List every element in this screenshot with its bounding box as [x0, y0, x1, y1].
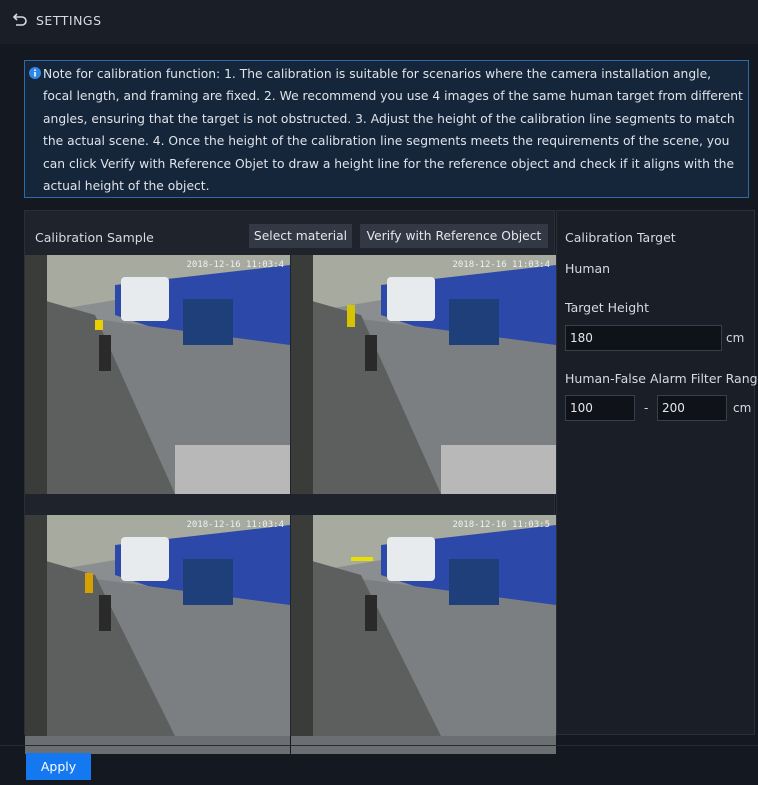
back-arrow-icon[interactable] [12, 11, 28, 27]
street-scene-image [291, 255, 556, 494]
image-timestamp: 2018-12-16 11:03:4 [186, 260, 284, 270]
street-scene-image [25, 255, 290, 494]
calibration-sample-panel: Calibration Sample Select material Verif… [24, 210, 556, 754]
filter-max-input[interactable] [657, 395, 727, 421]
note-text: Note for calibration function: 1. The ca… [43, 67, 743, 194]
target-height-input[interactable] [565, 325, 722, 351]
footer-divider [0, 745, 758, 746]
calibration-target-panel: Calibration Target Human Target Height c… [556, 210, 758, 735]
info-icon [29, 67, 41, 79]
filter-range-label: Human-False Alarm Filter Rang [565, 371, 758, 386]
target-height-unit: cm [726, 331, 745, 345]
sample-image-grid: 2018-12-16 11:03:4 2018-12-16 11:03:4 20… [25, 255, 556, 754]
sample-image[interactable]: 2018-12-16 11:03:4 [25, 255, 290, 494]
image-timestamp: 2018-12-16 11:03:4 [452, 260, 550, 270]
calibration-target-label: Calibration Target [565, 230, 676, 245]
filter-min-input[interactable] [565, 395, 635, 421]
target-height-label: Target Height [565, 300, 649, 315]
calibration-sample-title: Calibration Sample [35, 230, 154, 245]
street-scene-image [25, 515, 290, 736]
image-timestamp: 2018-12-16 11:03:4 [186, 520, 284, 530]
filter-range-unit: cm [733, 401, 752, 415]
calibration-target-value: Human [565, 261, 611, 276]
image-timestamp: 2018-12-16 11:03:5 [452, 520, 550, 530]
select-material-button[interactable]: Select material [249, 224, 352, 248]
street-scene-image [291, 515, 556, 736]
page-title: SETTINGS [36, 13, 102, 28]
sample-image[interactable]: 2018-12-16 11:03:4 [25, 515, 290, 754]
sample-image[interactable]: 2018-12-16 11:03:4 [291, 255, 556, 494]
verify-reference-button[interactable]: Verify with Reference Object [360, 224, 548, 248]
sample-image[interactable]: 2018-12-16 11:03:5 [291, 515, 556, 754]
filter-range-separator: - [644, 401, 649, 415]
apply-button[interactable]: Apply [26, 753, 91, 780]
calibration-note: Note for calibration function: 1. The ca… [24, 60, 749, 198]
header-bar: SETTINGS [0, 0, 758, 44]
